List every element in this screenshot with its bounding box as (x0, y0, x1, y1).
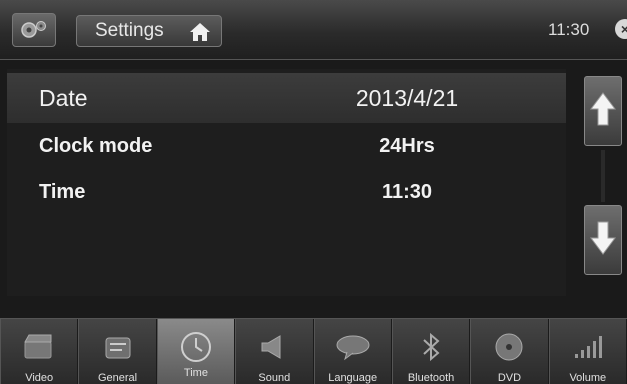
tab-label: Bluetooth (407, 372, 455, 384)
tab-dvd[interactable]: DVD (470, 319, 549, 384)
row-label: Clock mode (39, 134, 153, 157)
disc-icon (492, 329, 526, 365)
tab-label: Video (25, 372, 54, 384)
scroll-track[interactable] (601, 150, 605, 202)
tab-volume[interactable]: Volume (548, 319, 627, 384)
tab-label: Time (183, 367, 208, 379)
tab-video[interactable]: Video (0, 319, 79, 384)
settings-row-date[interactable]: Date 2013/4/21 (7, 73, 566, 123)
tab-language[interactable]: Language (313, 319, 392, 384)
settings-title-button[interactable]: Settings (76, 15, 222, 47)
time-settings-panel: Date 2013/4/21 Clock mode 24Hrs Time 11:… (7, 69, 566, 296)
arrow-up-icon (590, 91, 616, 131)
tab-label: Sound (258, 372, 291, 384)
row-label: Time (39, 180, 86, 203)
home-icon (189, 21, 211, 49)
tab-bluetooth[interactable]: Bluetooth (391, 319, 471, 384)
general-icon (100, 329, 136, 365)
page-title: Settings (95, 20, 164, 41)
settings-row-time[interactable]: Time 11:30 (7, 167, 566, 217)
row-label: Date (39, 84, 88, 111)
speaker-icon (256, 329, 292, 365)
tab-label: DVD (497, 372, 522, 384)
arrow-down-icon (590, 221, 616, 260)
top-bar: Settings 11:30 × (0, 0, 627, 60)
volume-icon (571, 329, 605, 365)
scroll-down-button[interactable] (584, 205, 622, 275)
tab-general[interactable]: General (78, 319, 157, 384)
row-value: 11:30 (381, 180, 433, 203)
bluetooth-icon (416, 329, 446, 365)
video-icon (21, 329, 57, 365)
settings-tab-bar: Video General Time Sound Language Blueto… (0, 318, 627, 384)
tab-time[interactable]: Time (156, 319, 236, 384)
tab-label: Volume (569, 372, 607, 384)
tab-label: Language (328, 372, 378, 384)
language-icon (333, 329, 373, 365)
clock-icon (178, 329, 214, 365)
scroll-up-button[interactable] (584, 76, 622, 146)
settings-row-clock-mode[interactable]: Clock mode 24Hrs (7, 121, 566, 171)
close-icon[interactable]: × (615, 19, 627, 39)
row-value: 24Hrs (379, 134, 435, 157)
tab-label: General (97, 372, 138, 384)
tab-sound[interactable]: Sound (235, 319, 314, 384)
clock-display: 11:30 (548, 20, 590, 39)
row-value: 2013/4/21 (355, 84, 459, 111)
settings-app-icon[interactable] (12, 13, 56, 47)
